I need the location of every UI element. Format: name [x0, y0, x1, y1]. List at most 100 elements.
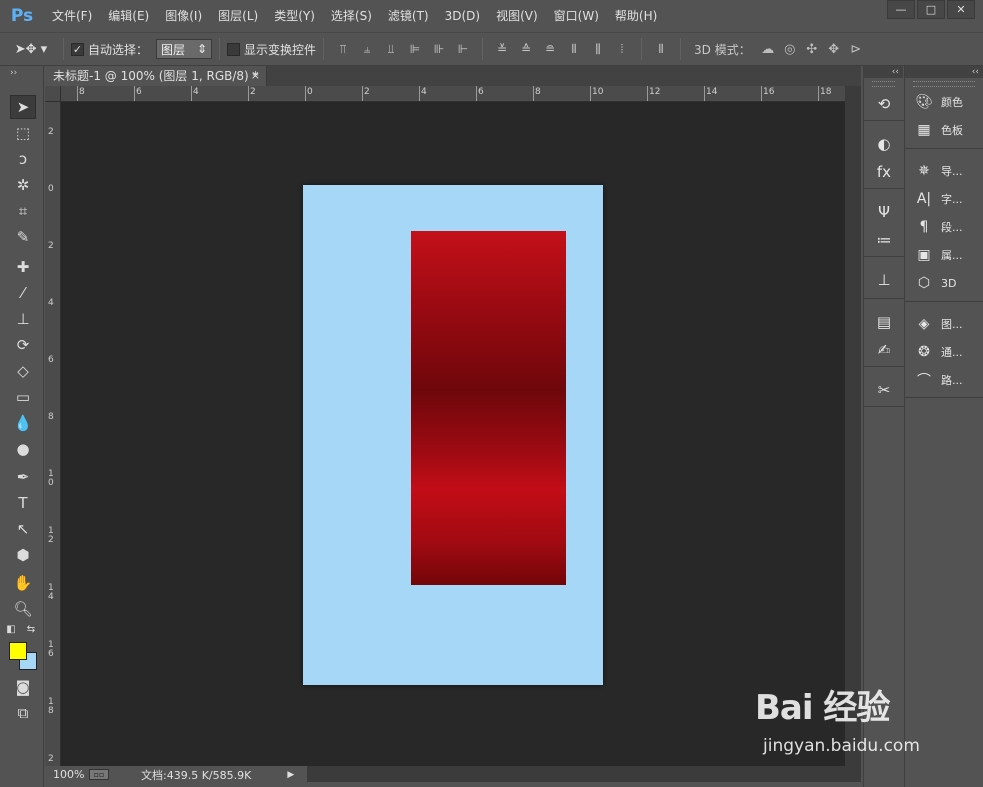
eyedropper-tool-icon[interactable]: ✎	[10, 225, 36, 249]
info-panel-icon[interactable]: ▤	[872, 310, 896, 334]
foreground-color-swatch[interactable]	[9, 642, 27, 660]
move-tool-preset-icon[interactable]: ➤✥ ▾	[6, 37, 56, 61]
gradient-rectangle-layer[interactable]	[411, 231, 566, 585]
panel-character[interactable]: A| 字...	[913, 186, 981, 212]
menu-view[interactable]: 视图(V)	[488, 0, 546, 32]
menu-help[interactable]: 帮助(H)	[607, 0, 665, 32]
menu-window[interactable]: 窗口(W)	[546, 0, 607, 32]
eraser-tool-icon[interactable]: ◇	[10, 359, 36, 383]
pan-3d-icon[interactable]: ✣	[801, 37, 823, 61]
move-tool-icon[interactable]: ➤	[10, 95, 36, 119]
menu-type[interactable]: 类型(Y)	[266, 0, 323, 32]
distribute-vcenter-icon[interactable]: ≙	[514, 37, 538, 61]
swap-colors-icon[interactable]: ⇆	[24, 622, 38, 636]
history-brush-tool-icon[interactable]: ⟳	[10, 333, 36, 357]
screen-mode-icon[interactable]: ⧉	[10, 701, 36, 725]
status-menu-arrow-icon[interactable]: ▶	[287, 770, 294, 780]
slide-3d-icon[interactable]: ✥	[823, 37, 845, 61]
panel-layers[interactable]: ◈ 图...	[913, 311, 981, 337]
panel-swatches[interactable]: ▦ 色板	[913, 117, 981, 143]
brush-panel-icon[interactable]: ≔	[872, 228, 896, 252]
document-canvas[interactable]	[303, 185, 603, 685]
roll-3d-icon[interactable]: ◎	[779, 37, 801, 61]
panel-channels[interactable]: ❂ 通...	[913, 339, 981, 365]
zoom-level[interactable]: 100%	[45, 768, 89, 781]
dodge-tool-icon[interactable]: ●	[10, 437, 36, 461]
document-tab[interactable]: 未标题-1 @ 100% (图层 1, RGB/8) * ×	[45, 66, 267, 86]
align-vcenter-icon[interactable]: ⫨	[355, 37, 379, 61]
distribute-top-icon[interactable]: ≚	[490, 37, 514, 61]
auto-align-icon[interactable]: ⫴	[649, 37, 673, 61]
align-hcenter-icon[interactable]: ⊪	[427, 37, 451, 61]
zoom-tool-icon[interactable]: 🔍︎	[10, 597, 36, 621]
panel-grip[interactable]	[872, 81, 895, 87]
panel-paths[interactable]: ⌒ 路...	[913, 367, 981, 393]
menu-3d[interactable]: 3D(D)	[437, 0, 488, 32]
distribute-bottom-icon[interactable]: ≘	[538, 37, 562, 61]
pen-tool-icon[interactable]: ✒	[10, 465, 36, 489]
panel-3d[interactable]: ⬡ 3D	[913, 270, 981, 296]
menu-file[interactable]: 文件(F)	[44, 0, 100, 32]
collapse-arrows-icon[interactable]: ‹‹	[905, 66, 983, 78]
notes-panel-icon[interactable]: ✍	[872, 338, 896, 362]
styles-panel-icon[interactable]: fx	[872, 160, 896, 184]
quick-mask-icon[interactable]: ◙	[10, 675, 36, 699]
vertical-ruler[interactable]: 2 0 2 4 6 8 1 0 1 2 1 4 1 6 1 8 2	[45, 102, 61, 766]
shape-tool-icon[interactable]: ⬢	[10, 543, 36, 567]
marquee-tool-icon[interactable]: ⬚	[10, 121, 36, 145]
default-colors-icon[interactable]: ◧	[4, 622, 18, 636]
auto-select-checkbox[interactable]: ✓	[71, 42, 84, 56]
align-left-icon[interactable]: ⊫	[403, 37, 427, 61]
proof-icon[interactable]: ▫▫	[89, 769, 109, 780]
collapse-arrows-icon[interactable]: ‹‹	[864, 66, 903, 78]
vertical-scrollbar[interactable]	[845, 86, 861, 766]
menu-select[interactable]: 选择(S)	[323, 0, 380, 32]
panel-color[interactable]: 🎨︎ 颜色	[913, 89, 981, 115]
tab-close-icon[interactable]: ×	[251, 66, 260, 86]
auto-select-dropdown[interactable]: 图层 ⇕	[156, 39, 213, 59]
clone-source-panel-icon[interactable]: ⊥	[872, 268, 896, 292]
adjustments-panel-icon[interactable]: ◐	[872, 132, 896, 156]
type-tool-icon[interactable]: T	[10, 491, 36, 515]
distribute-left-icon[interactable]: ⦀	[562, 37, 586, 61]
menu-filter[interactable]: 滤镜(T)	[380, 0, 437, 32]
brush-presets-panel-icon[interactable]: Ψ	[872, 200, 896, 224]
align-right-icon[interactable]: ⊩	[451, 37, 475, 61]
align-top-icon[interactable]: ⫪	[331, 37, 355, 61]
collapse-arrows-icon[interactable]: ››	[0, 66, 43, 80]
align-bottom-icon[interactable]: ⫫	[379, 37, 403, 61]
orbit-3d-icon[interactable]: ☁	[757, 37, 779, 61]
ruler-tick-label: 6	[478, 87, 484, 97]
hand-tool-icon[interactable]: ✋	[10, 571, 36, 595]
crop-tool-icon[interactable]: ⌗	[10, 199, 36, 223]
panel-paragraph[interactable]: ¶ 段...	[913, 214, 981, 240]
blur-tool-icon[interactable]: 💧	[10, 411, 36, 435]
clone-stamp-tool-icon[interactable]: ⊥	[10, 307, 36, 331]
horizontal-scrollbar[interactable]	[307, 766, 861, 782]
distribute-right-icon[interactable]: ⦙	[610, 37, 634, 61]
brush-tool-icon[interactable]: ⁄	[10, 281, 36, 305]
status-bar: 100% ▫▫ 文档:439.5 K/585.9K ▶	[45, 766, 307, 783]
gradient-tool-icon[interactable]: ▭	[10, 385, 36, 409]
canvas-workspace[interactable]	[61, 102, 845, 766]
close-button[interactable]: ✕	[947, 0, 975, 19]
panel-properties[interactable]: ▣ 属...	[913, 242, 981, 268]
scale-3d-icon[interactable]: ⊳	[845, 37, 867, 61]
history-panel-icon[interactable]: ⟲	[872, 92, 896, 116]
magic-wand-tool-icon[interactable]: ✲	[10, 173, 36, 197]
ruler-origin[interactable]	[45, 86, 61, 102]
horizontal-ruler[interactable]: 8 6 4 2 0 2 4 6 8 10 12 14 16 18	[61, 86, 845, 102]
panel-grip[interactable]	[913, 81, 975, 87]
tool-presets-panel-icon[interactable]: ✂	[872, 378, 896, 402]
healing-brush-tool-icon[interactable]: ✚	[10, 255, 36, 279]
restore-button[interactable]: □	[917, 0, 945, 19]
menu-edit[interactable]: 编辑(E)	[100, 0, 157, 32]
menu-layer[interactable]: 图层(L)	[210, 0, 266, 32]
path-selection-tool-icon[interactable]: ↖	[10, 517, 36, 541]
show-transform-checkbox[interactable]	[227, 42, 241, 56]
distribute-hcenter-icon[interactable]: ⫼	[586, 37, 610, 61]
minimize-button[interactable]: —	[887, 0, 915, 19]
panel-navigator[interactable]: ✵ 导...	[913, 158, 981, 184]
menu-image[interactable]: 图像(I)	[157, 0, 210, 32]
lasso-tool-icon[interactable]: ↄ	[10, 147, 36, 171]
